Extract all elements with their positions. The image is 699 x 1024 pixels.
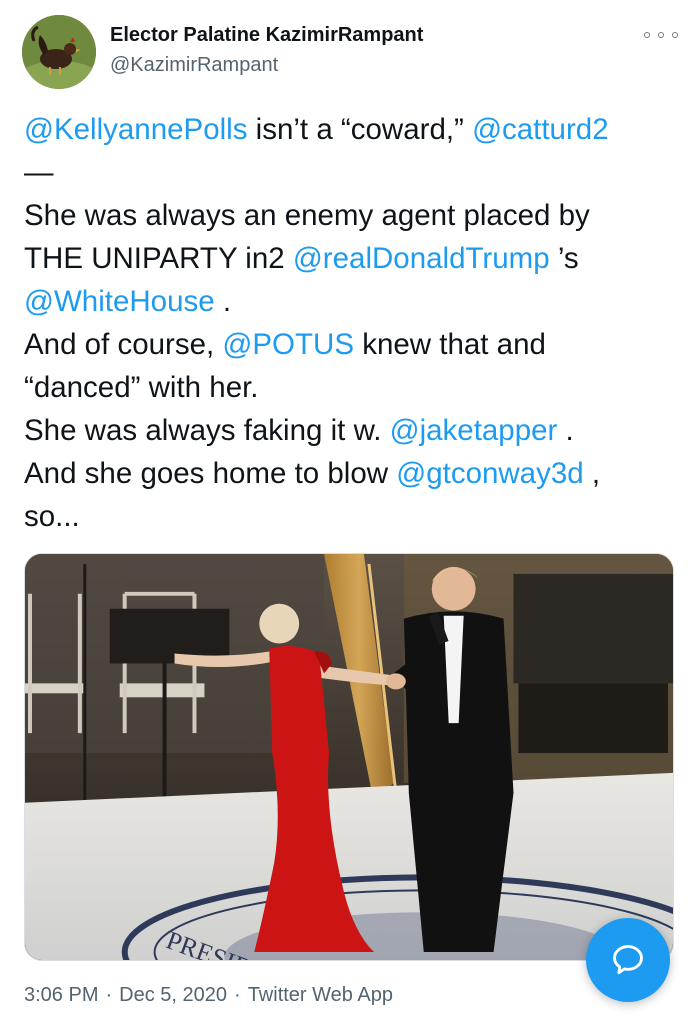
- tweet-line: And of course, @POTUS knew that and: [24, 323, 684, 366]
- tweet-text-segment: ’s: [549, 242, 579, 275]
- tweet-text-segment: isn’t a “coward,”: [247, 113, 473, 146]
- tweet-line: —: [24, 156, 54, 189]
- meta-separator: ·: [234, 984, 241, 1006]
- author-handle[interactable]: @KazimirRampant: [110, 54, 278, 77]
- tweet-line: @WhiteHouse .: [24, 280, 684, 323]
- tweet-line: And she goes home to blow @gtconway3d ,: [24, 452, 684, 495]
- rooster-avatar-image: [22, 15, 96, 89]
- mention-link[interactable]: @gtconway3d: [396, 457, 583, 490]
- tweet-meta: 3:06 PM · Dec 5, 2020 · Twitter Web App: [24, 984, 393, 1007]
- mention-link[interactable]: @WhiteHouse: [24, 285, 215, 318]
- tweet-line: @KellyannePolls isn’t a “coward,” @cattu…: [24, 108, 684, 151]
- tweet-line: She was always an enemy agent placed by: [24, 199, 590, 232]
- mention-link[interactable]: @realDonaldTrump: [293, 242, 550, 275]
- mention-link[interactable]: @KellyannePolls: [24, 113, 247, 146]
- tweet-text-segment: And of course,: [24, 328, 223, 361]
- tweet-text-segment: ,: [583, 457, 601, 490]
- tweet-line: so...: [24, 500, 80, 533]
- tweet-line: She was always faking it w. @jaketapper …: [24, 409, 684, 452]
- tweet-text-segment: knew that and: [354, 328, 546, 361]
- chat-bubble-icon: [613, 945, 643, 975]
- tweet-text-segment: And she goes home to blow: [24, 457, 397, 490]
- dance-photo-illustration: PRESIDENT: [25, 554, 673, 960]
- tweet-line: THE UNIPARTY in2 @realDonaldTrump ’s: [24, 237, 684, 280]
- mention-link[interactable]: @catturd2: [472, 113, 609, 146]
- tweet-source[interactable]: Twitter Web App: [248, 984, 393, 1006]
- compose-button[interactable]: [586, 918, 670, 1002]
- tweet-text-segment: .: [557, 414, 574, 447]
- tweet-photo[interactable]: PRESIDENT: [24, 553, 674, 961]
- tweet-time[interactable]: 3:06 PM: [24, 984, 98, 1006]
- meta-separator: ·: [105, 984, 113, 1006]
- tweet-text-segment: .: [214, 285, 232, 318]
- tweet-text-segment: THE UNIPARTY in2: [24, 242, 293, 275]
- more-dot: [658, 32, 664, 38]
- tweet-date[interactable]: Dec 5, 2020: [119, 984, 227, 1006]
- more-options-icon[interactable]: [644, 26, 678, 44]
- tweet-text: @KellyannePolls isn’t a “coward,” @cattu…: [24, 108, 684, 538]
- author-display-name[interactable]: Elector Palatine KazimirRampant: [110, 24, 423, 47]
- mention-link[interactable]: @POTUS: [222, 328, 354, 361]
- avatar[interactable]: [22, 15, 96, 89]
- more-dot: [644, 32, 650, 38]
- mention-link[interactable]: @jaketapper: [390, 414, 558, 447]
- tweet-line: “danced” with her.: [24, 371, 259, 404]
- more-dot: [672, 32, 678, 38]
- tweet-text-segment: She was always faking it w.: [24, 414, 390, 447]
